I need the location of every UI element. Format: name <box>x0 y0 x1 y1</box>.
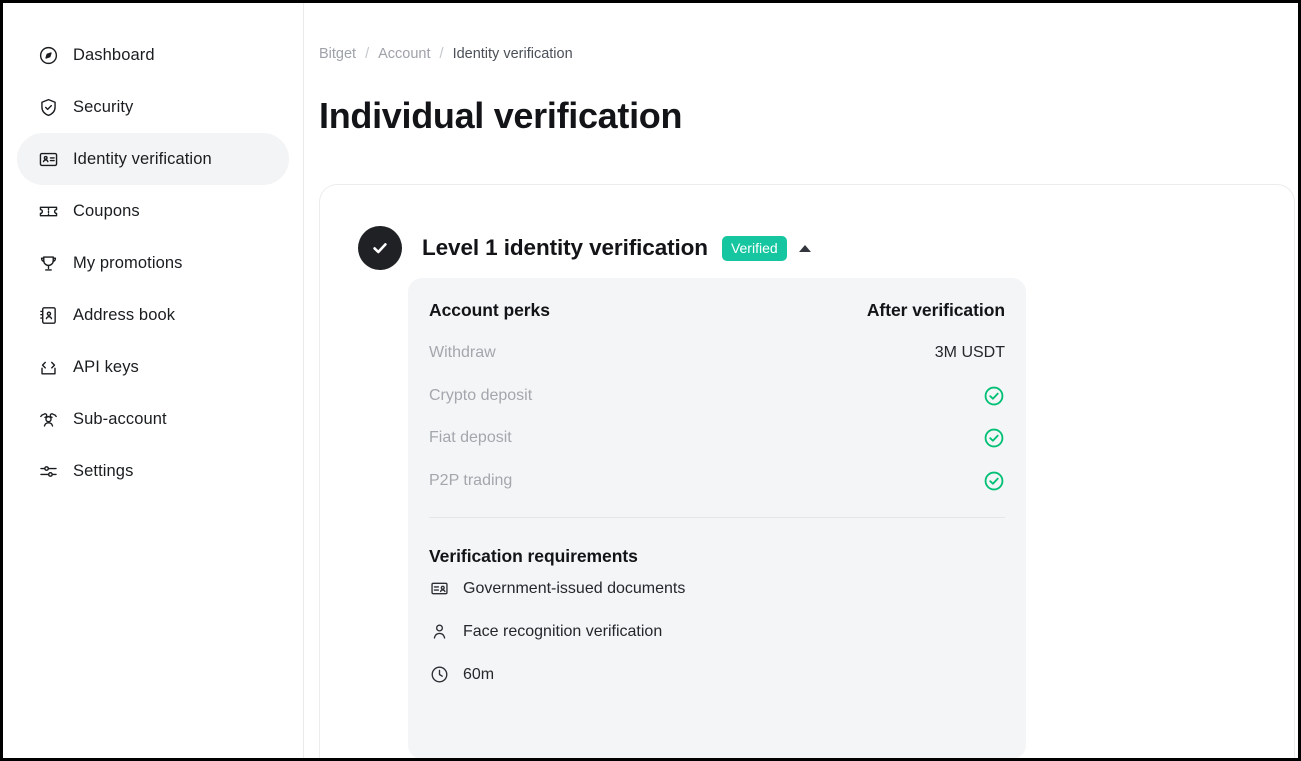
sidebar-item-sub-account[interactable]: Sub-account <box>17 393 289 445</box>
check-circle-outline-icon <box>984 471 1004 491</box>
trophy-icon <box>37 252 59 274</box>
perk-value <box>983 385 1005 407</box>
sidebar-item-coupons[interactable]: Coupons <box>17 185 289 237</box>
breadcrumb-item-bitget[interactable]: Bitget <box>319 46 356 62</box>
table-row: Crypto deposit <box>428 375 1006 418</box>
requirements-title: Verification requirements <box>429 546 638 566</box>
perk-value <box>983 427 1005 449</box>
shield-check-icon <box>37 96 59 118</box>
check-circle-outline-icon <box>984 428 1004 448</box>
sidebar-item-label: Dashboard <box>73 45 155 64</box>
sidebar-item-settings[interactable]: Settings <box>17 445 289 497</box>
compass-icon <box>37 44 59 66</box>
sidebar-item-my-promotions[interactable]: My promotions <box>17 237 289 289</box>
perks-header-right: After verification <box>866 300 1005 320</box>
main-content: Bitget / Account / Identity verification… <box>305 3 1298 758</box>
level-card-title: Level 1 identity verification <box>422 235 708 260</box>
perk-label: Crypto deposit <box>429 386 533 404</box>
id-card-icon <box>37 148 59 170</box>
sidebar-item-label: Sub-account <box>73 409 167 428</box>
users-icon <box>37 408 59 430</box>
clock-icon <box>429 665 449 685</box>
check-circle-outline-icon <box>984 386 1004 406</box>
sidebar-item-label: Security <box>73 97 134 116</box>
sidebar-item-label: Coupons <box>73 201 140 220</box>
requirement-label: 60m <box>463 665 495 683</box>
person-icon <box>429 622 449 642</box>
account-perks-panel: Account perks After verification Withdra… <box>408 278 1026 758</box>
status-badge: Verified <box>721 235 787 261</box>
ticket-icon <box>37 200 59 222</box>
level-1-verification-card: Level 1 identity verification Verified A… <box>319 184 1295 758</box>
sidebar-item-identity-verification[interactable]: Identity verification <box>17 133 289 185</box>
document-id-icon <box>429 579 449 599</box>
breadcrumb-separator: / <box>439 46 444 62</box>
sidebar-item-security[interactable]: Security <box>17 81 289 133</box>
requirement-label: Government-issued documents <box>463 579 686 597</box>
app-window: Dashboard Security Identity verification… <box>0 0 1301 761</box>
breadcrumb-item-identity-verification: Identity verification <box>452 46 573 62</box>
perk-value: 3M USDT <box>934 344 1005 362</box>
requirement-label: Face recognition verification <box>463 622 663 640</box>
perk-value <box>983 470 1005 492</box>
sidebar-item-label: API keys <box>73 357 139 376</box>
sidebar-item-address-book[interactable]: Address book <box>17 289 289 341</box>
perk-label: Fiat deposit <box>429 429 512 447</box>
table-row: Withdraw 3M USDT <box>428 332 1006 375</box>
address-book-icon <box>37 304 59 326</box>
breadcrumb-separator: / <box>365 46 370 62</box>
caret-up-icon[interactable] <box>798 244 811 252</box>
sliders-icon <box>37 460 59 482</box>
divider <box>429 517 1005 518</box>
list-item: 60m <box>429 653 1006 696</box>
sidebar-item-label: My promotions <box>73 253 183 272</box>
sidebar-item-dashboard[interactable]: Dashboard <box>17 29 289 81</box>
list-item: Face recognition verification <box>429 610 1006 653</box>
check-circle-filled-icon <box>358 226 402 270</box>
code-icon <box>37 356 59 378</box>
page-title: Individual verification <box>319 95 683 136</box>
breadcrumb: Bitget / Account / Identity verification <box>319 46 573 62</box>
table-row: P2P trading <box>428 460 1006 503</box>
list-item: Government-issued documents <box>429 567 1006 610</box>
sidebar-item-api-keys[interactable]: API keys <box>17 341 289 393</box>
perks-header-left: Account perks <box>429 300 550 320</box>
perk-label: P2P trading <box>429 471 513 489</box>
sidebar-item-label: Settings <box>73 461 134 480</box>
perk-label: Withdraw <box>429 344 496 362</box>
sidebar-item-label: Identity verification <box>73 149 212 168</box>
perks-table-header: Account perks After verification <box>428 300 1006 332</box>
level-card-header[interactable]: Level 1 identity verification Verified <box>358 226 811 270</box>
breadcrumb-item-account[interactable]: Account <box>378 46 430 62</box>
sidebar: Dashboard Security Identity verification… <box>3 3 304 758</box>
sidebar-item-label: Address book <box>73 305 176 324</box>
table-row: Fiat deposit <box>428 417 1006 460</box>
